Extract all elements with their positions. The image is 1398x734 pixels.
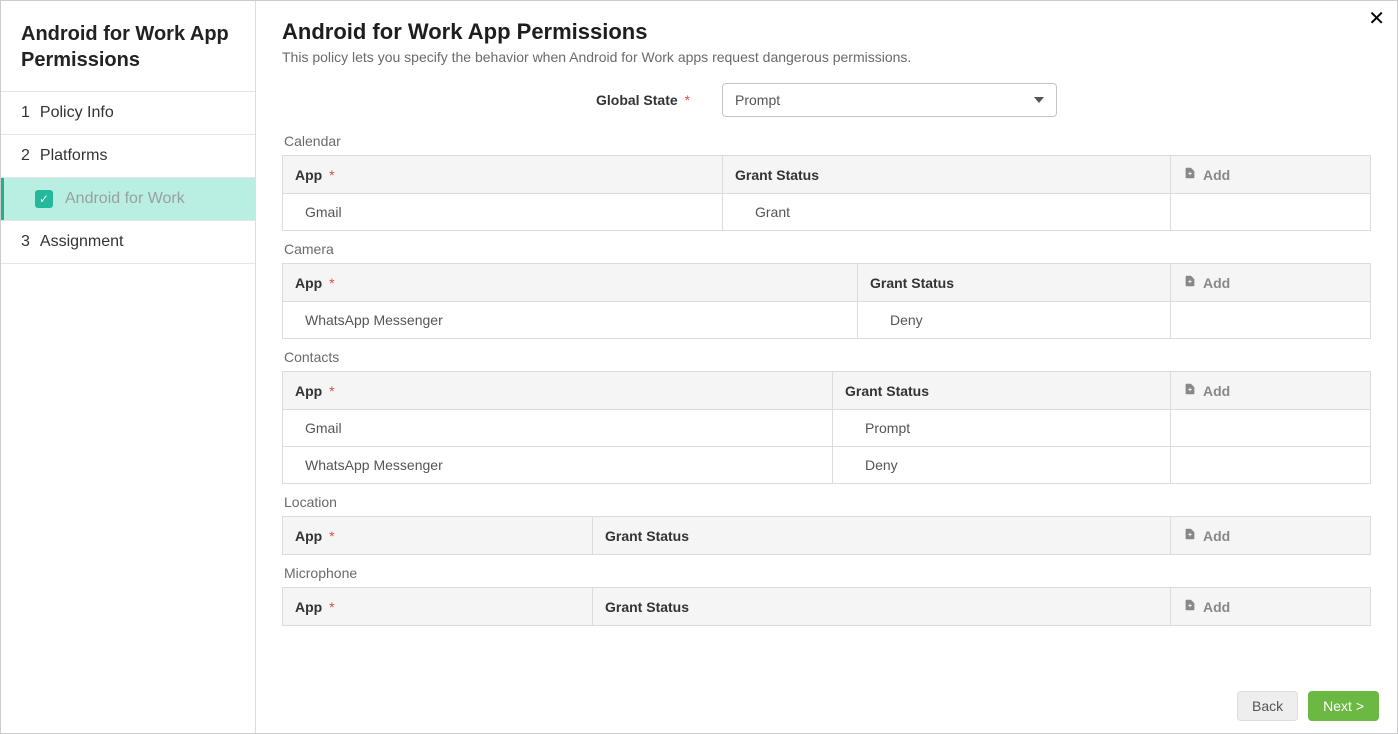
main-header: Android for Work App Permissions This po… (256, 1, 1397, 73)
permission-section-title: Contacts (284, 349, 1371, 365)
permission-section-title: Location (284, 494, 1371, 510)
add-icon (1183, 527, 1197, 544)
column-header-add: Add (1171, 372, 1371, 410)
add-button[interactable]: Add (1183, 527, 1230, 544)
permission-table: App *Grant Status Add GmailGrant (282, 155, 1371, 231)
required-asterisk: * (329, 167, 334, 183)
add-label: Add (1203, 275, 1230, 291)
step-platforms[interactable]: 2 Platforms (1, 135, 255, 178)
footer: Back Next > (256, 679, 1397, 733)
global-state-dropdown[interactable]: Prompt (722, 83, 1057, 117)
permission-section: Location App *Grant Status Add (282, 494, 1371, 555)
grant-status-cell: Grant (723, 194, 1171, 231)
content-area: Global State * Prompt CalendarApp *Grant… (256, 73, 1397, 679)
column-header-add: Add (1171, 156, 1371, 194)
step-label: Policy Info (40, 104, 114, 122)
add-button[interactable]: Add (1183, 274, 1230, 291)
column-header-app: App * (283, 372, 833, 410)
app-name-cell: Gmail (283, 194, 723, 231)
add-cell (1171, 194, 1371, 231)
add-icon (1183, 166, 1197, 183)
page-description: This policy lets you specify the behavio… (282, 49, 1371, 65)
main-panel: ✕ Android for Work App Permissions This … (256, 1, 1397, 733)
grant-status-cell: Prompt (833, 410, 1171, 447)
sidebar: Android for Work App Permissions 1 Polic… (1, 1, 256, 733)
add-button[interactable]: Add (1183, 166, 1230, 183)
add-icon (1183, 382, 1197, 399)
column-header-grant-status: Grant Status (593, 588, 1171, 626)
chevron-down-icon (1034, 97, 1044, 103)
table-row[interactable]: WhatsApp MessengerDeny (283, 302, 1371, 339)
permission-section-title: Microphone (284, 565, 1371, 581)
global-state-row: Global State * Prompt (282, 83, 1371, 117)
app-name-cell: Gmail (283, 410, 833, 447)
required-asterisk: * (329, 599, 334, 615)
table-row[interactable]: GmailPrompt (283, 410, 1371, 447)
add-cell (1171, 447, 1371, 484)
permission-section: Calendar App *Grant Status Add GmailGrant (282, 133, 1371, 231)
substep-android-for-work[interactable]: ✓ Android for Work (1, 178, 255, 221)
permission-table: App *Grant Status Add GmailPromptWhatsApp … (282, 371, 1371, 484)
add-button[interactable]: Add (1183, 598, 1230, 615)
permission-section: Contacts App *Grant Status Add GmailPromptW… (282, 349, 1371, 484)
permission-table: App *Grant Status Add WhatsApp MessengerDe… (282, 263, 1371, 339)
table-row[interactable]: WhatsApp MessengerDeny (283, 447, 1371, 484)
grant-status-cell: Deny (858, 302, 1171, 339)
permission-section-title: Calendar (284, 133, 1371, 149)
column-header-app: App * (283, 517, 593, 555)
sidebar-title: Android for Work App Permissions (1, 1, 255, 92)
column-header-grant-status: Grant Status (833, 372, 1171, 410)
app-name-cell: WhatsApp Messenger (283, 302, 858, 339)
close-icon[interactable]: ✕ (1368, 9, 1385, 29)
grant-status-cell: Deny (833, 447, 1171, 484)
add-label: Add (1203, 383, 1230, 399)
step-label: Assignment (40, 233, 124, 251)
step-number: 2 (21, 147, 30, 165)
column-header-add: Add (1171, 264, 1371, 302)
required-asterisk: * (329, 383, 334, 399)
check-icon: ✓ (35, 190, 53, 208)
permission-section: Microphone App *Grant Status Add (282, 565, 1371, 626)
page-title: Android for Work App Permissions (282, 19, 1371, 45)
step-number: 1 (21, 104, 30, 122)
add-cell (1171, 302, 1371, 339)
column-header-add: Add (1171, 517, 1371, 555)
step-assignment[interactable]: 3 Assignment (1, 221, 255, 264)
permission-table: App *Grant Status Add (282, 587, 1371, 626)
step-policy-info[interactable]: 1 Policy Info (1, 92, 255, 135)
column-header-grant-status: Grant Status (858, 264, 1171, 302)
permission-section-title: Camera (284, 241, 1371, 257)
column-header-add: Add (1171, 588, 1371, 626)
required-asterisk: * (329, 275, 334, 291)
table-row[interactable]: GmailGrant (283, 194, 1371, 231)
next-button[interactable]: Next > (1308, 691, 1379, 721)
add-icon (1183, 598, 1197, 615)
column-header-app: App * (283, 156, 723, 194)
add-label: Add (1203, 599, 1230, 615)
global-state-value: Prompt (735, 92, 780, 108)
add-label: Add (1203, 167, 1230, 183)
add-button[interactable]: Add (1183, 382, 1230, 399)
add-icon (1183, 274, 1197, 291)
column-header-app: App * (283, 264, 858, 302)
step-label: Platforms (40, 147, 108, 165)
app-name-cell: WhatsApp Messenger (283, 447, 833, 484)
global-state-label-wrap: Global State * (596, 92, 690, 108)
add-label: Add (1203, 528, 1230, 544)
required-asterisk: * (329, 528, 334, 544)
add-cell (1171, 410, 1371, 447)
substep-label: Android for Work (65, 190, 185, 208)
step-number: 3 (21, 233, 30, 251)
back-button[interactable]: Back (1237, 691, 1298, 721)
column-header-grant-status: Grant Status (723, 156, 1171, 194)
global-state-label: Global State (596, 92, 678, 108)
column-header-grant-status: Grant Status (593, 517, 1171, 555)
permission-section: Camera App *Grant Status Add WhatsApp Messe… (282, 241, 1371, 339)
permission-table: App *Grant Status Add (282, 516, 1371, 555)
required-asterisk: * (685, 92, 690, 108)
app-root: Android for Work App Permissions 1 Polic… (0, 0, 1398, 734)
column-header-app: App * (283, 588, 593, 626)
permission-sections: CalendarApp *Grant StatusAddGmailGrantCa… (282, 133, 1371, 626)
